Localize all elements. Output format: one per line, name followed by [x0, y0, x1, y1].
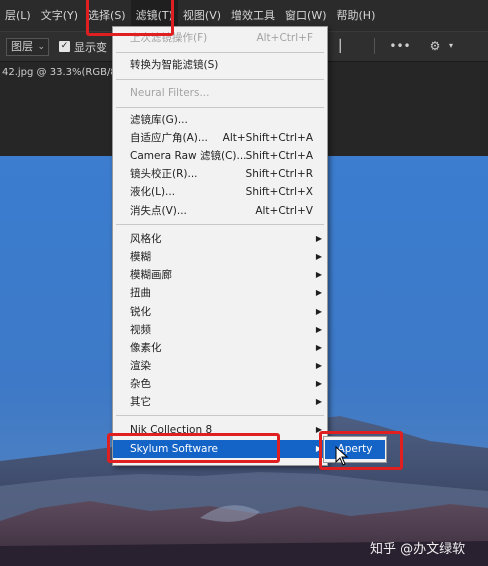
menu-layer[interactable]: 层(L): [0, 0, 36, 31]
menu-item-render[interactable]: 渲染 ▶: [113, 357, 327, 375]
menu-item-other[interactable]: 其它 ▶: [113, 393, 327, 411]
submenu-arrow-icon: ▶: [315, 307, 322, 316]
submenu-arrow-icon: ▶: [315, 343, 322, 352]
submenu-arrow-icon: ▶: [315, 361, 322, 370]
menu-item-vanishing-point[interactable]: 消失点(V)... Alt+Ctrl+V: [113, 202, 327, 220]
annotation-box-aperty: [319, 431, 403, 470]
chevron-down-icon[interactable]: ▾: [446, 31, 456, 61]
show-transform-label: 显示变: [74, 40, 107, 54]
menu-item-sharpen[interactable]: 锐化 ▶: [113, 303, 327, 321]
menu-item-noise[interactable]: 杂色 ▶: [113, 375, 327, 393]
menu-item-distort[interactable]: 扭曲 ▶: [113, 284, 327, 302]
submenu-arrow-icon: ▶: [315, 288, 322, 297]
menu-separator: [116, 224, 324, 225]
divider: [374, 38, 375, 54]
submenu-arrow-icon: ▶: [315, 252, 322, 261]
menu-item-liquify[interactable]: 液化(L)... Shift+Ctrl+X: [113, 183, 327, 201]
more-icon[interactable]: •••: [388, 31, 412, 61]
annotation-box-filter-menu: [86, 0, 174, 36]
filter-dropdown-menu: 上次滤镜操作(F) Alt+Ctrl+F 转换为智能滤镜(S) Neural Fi…: [112, 26, 328, 466]
watermark: 知乎 @办文绿软: [370, 542, 466, 557]
document-tab[interactable]: 42.jpg @ 33.3%(RGB/8#): [0, 62, 129, 84]
layer-select-value: 图层: [11, 39, 33, 53]
menu-item-neural-filters[interactable]: Neural Filters...: [113, 84, 327, 102]
submenu-arrow-icon: ▶: [315, 270, 322, 279]
mouse-cursor-icon: [335, 446, 349, 466]
align-icon[interactable]: ▕: [330, 31, 342, 61]
menu-type[interactable]: 文字(Y): [36, 0, 83, 31]
menu-item-video[interactable]: 视频 ▶: [113, 321, 327, 339]
submenu-arrow-icon: ▶: [315, 234, 322, 243]
menu-item-blur[interactable]: 模糊 ▶: [113, 248, 327, 266]
menu-item-lens-correction[interactable]: 镜头校正(R)... Shift+Ctrl+R: [113, 165, 327, 183]
menu-item-convert-smart-filters[interactable]: 转换为智能滤镜(S): [113, 56, 327, 74]
show-transform-checkbox[interactable]: ✓: [59, 41, 70, 52]
menu-separator: [116, 79, 324, 80]
submenu-arrow-icon: ▶: [315, 325, 322, 334]
menu-item-stylize[interactable]: 风格化 ▶: [113, 230, 327, 248]
menu-help[interactable]: 帮助(H): [332, 0, 381, 31]
menu-separator: [116, 107, 324, 108]
menu-item-filter-gallery[interactable]: 滤镜库(G)...: [113, 111, 327, 129]
menu-separator: [116, 415, 324, 416]
menu-item-camera-raw[interactable]: Camera Raw 滤镜(C)... Shift+Ctrl+A: [113, 147, 327, 165]
menu-separator: [116, 52, 324, 53]
menu-item-blur-gallery[interactable]: 模糊画廊 ▶: [113, 266, 327, 284]
chevron-down-icon: ⌄: [37, 41, 45, 52]
gear-icon[interactable]: ⚙: [426, 31, 444, 61]
submenu-arrow-icon: ▶: [315, 379, 322, 388]
submenu-arrow-icon: ▶: [315, 397, 322, 406]
layer-select[interactable]: 图层 ⌄: [6, 37, 49, 56]
menu-item-adaptive-wide-angle[interactable]: 自适应广角(A)... Alt+Shift+Ctrl+A: [113, 129, 327, 147]
menu-item-pixelate[interactable]: 像素化 ▶: [113, 339, 327, 357]
annotation-box-skylum: [107, 433, 280, 463]
